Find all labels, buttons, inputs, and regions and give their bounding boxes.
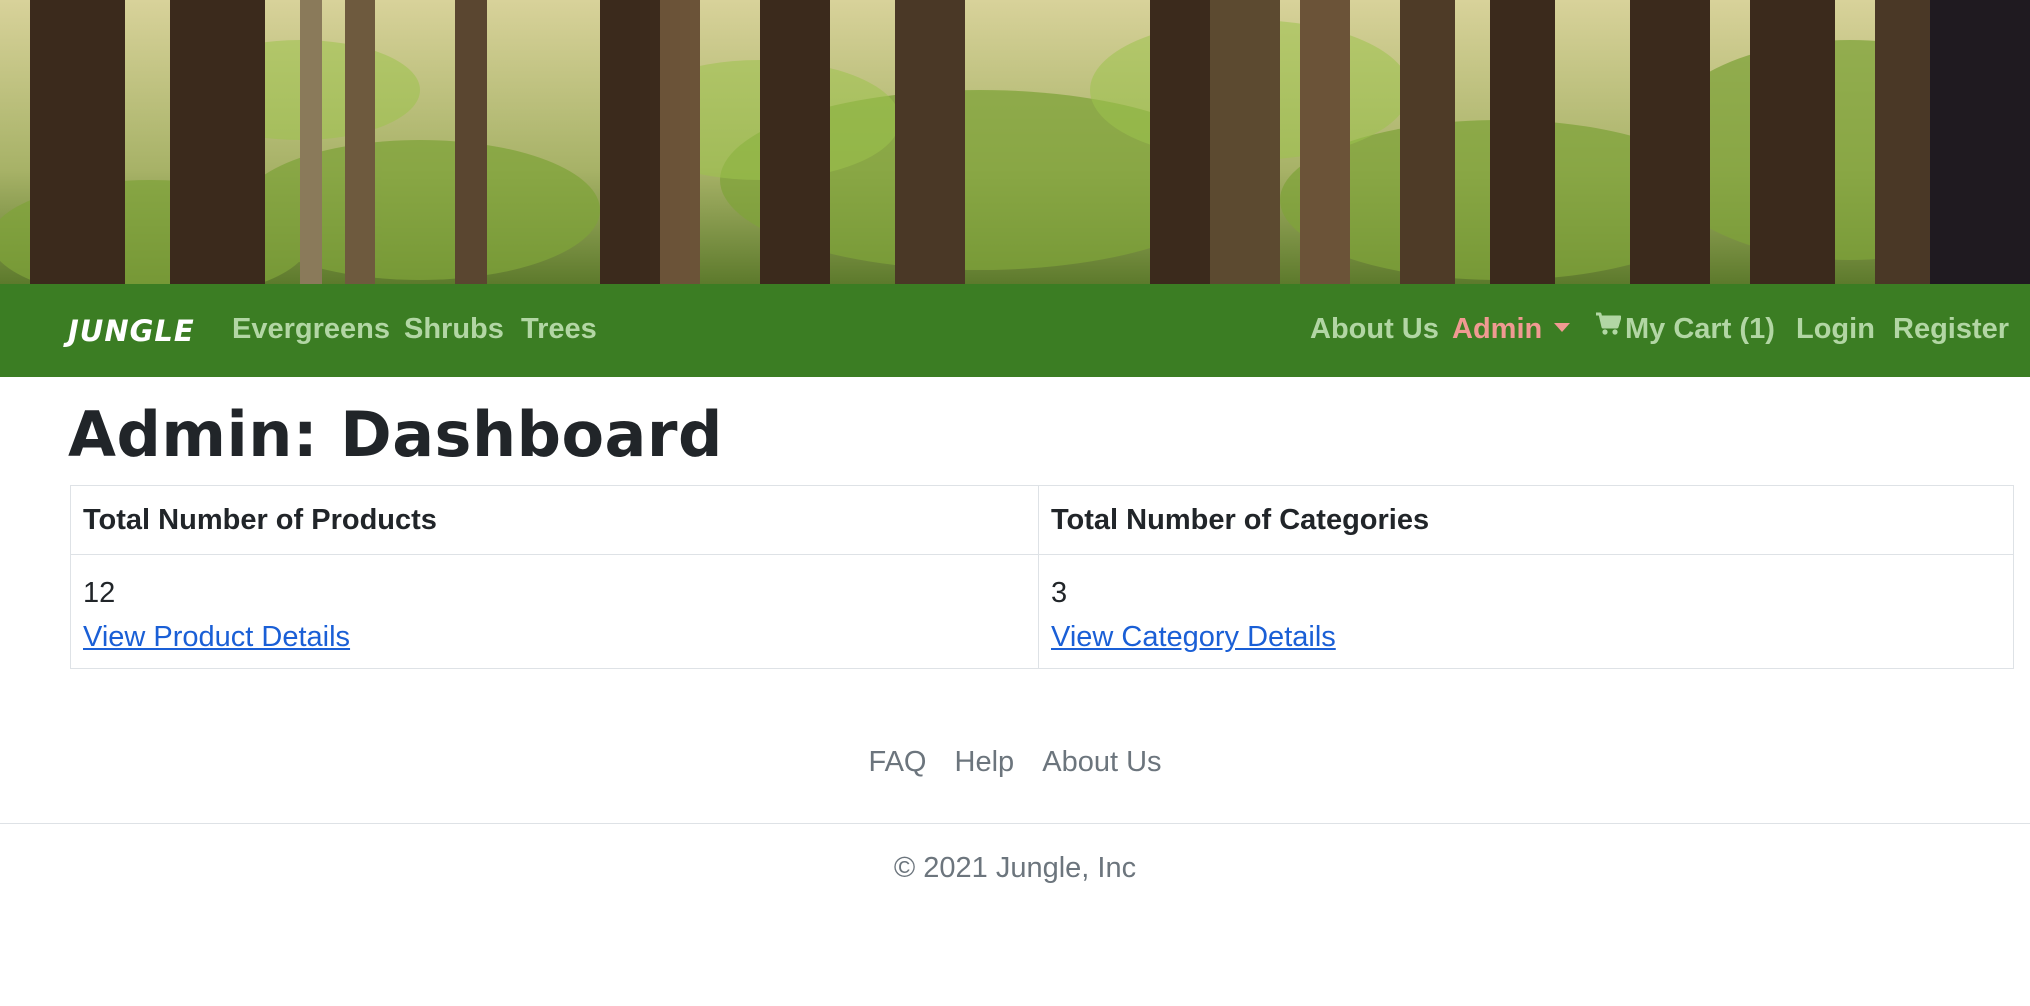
- header-total-categories: Total Number of Categories: [1038, 485, 2014, 555]
- products-cell: 12 View Product Details: [70, 554, 1039, 669]
- nav-register[interactable]: Register: [1893, 313, 2009, 346]
- categories-cell: 3 View Category Details: [1038, 554, 2014, 669]
- nav-my-cart-label: My Cart (1): [1625, 313, 1775, 345]
- footer-help-link[interactable]: Help: [955, 746, 1015, 778]
- view-product-details-link[interactable]: View Product Details: [83, 621, 350, 653]
- categories-count: 3: [1051, 577, 1068, 609]
- nav-shrubs[interactable]: Shrubs: [404, 313, 504, 346]
- table-row: 12 View Product Details 3 View Category …: [70, 554, 2014, 669]
- footer-links: FAQ Help About Us: [0, 746, 2030, 779]
- top-navbar: JUNGLE Evergreens Shrubs Trees About Us …: [0, 284, 2030, 377]
- nav-trees[interactable]: Trees: [521, 313, 597, 346]
- table-header-row: Total Number of Products Total Number of…: [70, 485, 2014, 555]
- caret-down-icon: [1554, 322, 1571, 332]
- page-title: Admin: Dashboard: [68, 398, 723, 471]
- brand-logo-link[interactable]: JUNGLE: [68, 314, 195, 348]
- header-total-products: Total Number of Products: [70, 485, 1039, 555]
- footer-faq-link[interactable]: FAQ: [868, 746, 926, 778]
- nav-evergreens[interactable]: Evergreens: [232, 313, 390, 346]
- shopping-cart-icon: [1595, 311, 1622, 344]
- hero-banner-image: [0, 0, 2030, 284]
- view-category-details-link[interactable]: View Category Details: [1051, 621, 1336, 653]
- copyright-text: © 2021 Jungle, Inc: [893, 852, 1137, 884]
- products-count: 12: [83, 577, 116, 609]
- nav-my-cart[interactable]: My Cart (1): [1595, 311, 1775, 347]
- nav-login[interactable]: Login: [1796, 313, 1875, 346]
- footer-divider: [0, 823, 2030, 824]
- dashboard-summary-table: Total Number of Products Total Number of…: [70, 485, 2014, 669]
- footer-about-us-link[interactable]: About Us: [1042, 746, 1161, 778]
- nav-about-us[interactable]: About Us: [1310, 313, 1439, 346]
- nav-admin-dropdown[interactable]: Admin: [1452, 313, 1571, 346]
- nav-admin-label: Admin: [1452, 313, 1543, 345]
